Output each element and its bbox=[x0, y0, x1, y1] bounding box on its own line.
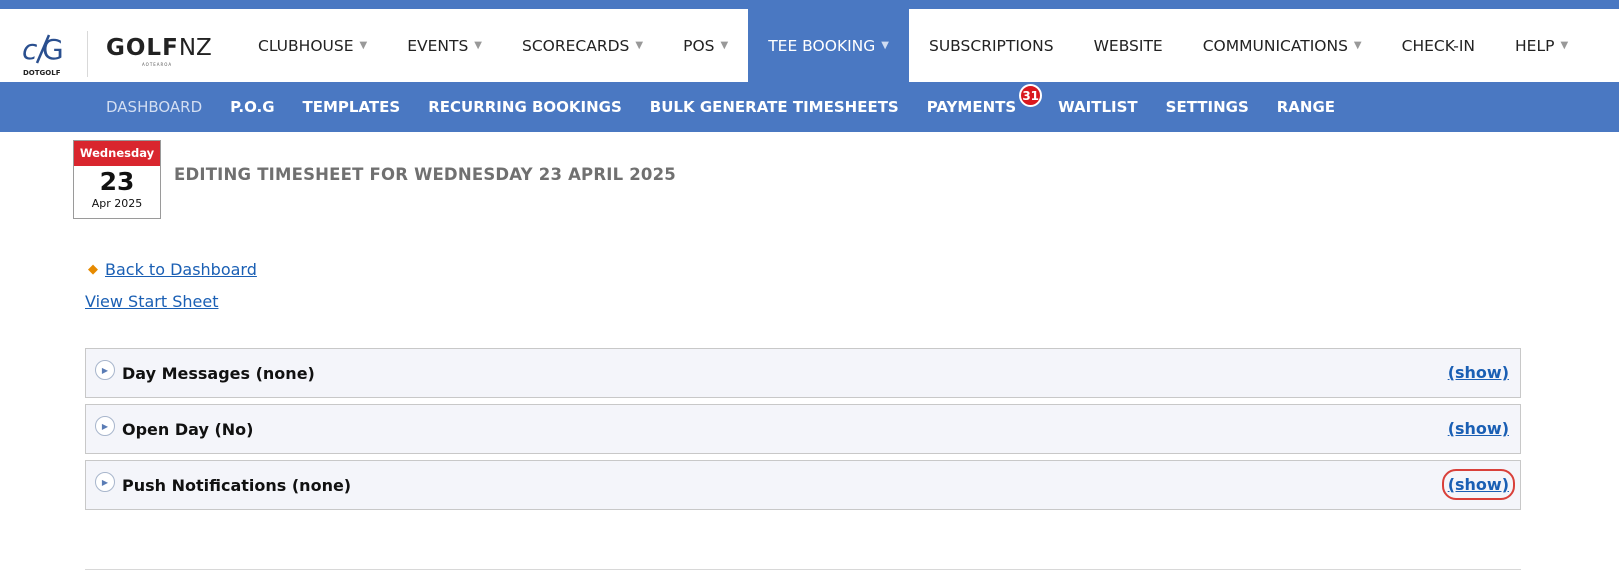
nav-item-label: WEBSITE bbox=[1093, 36, 1163, 55]
golfnz-bold-text: GOLF bbox=[106, 35, 179, 61]
nav-item-website[interactable]: WEBSITE bbox=[1074, 9, 1183, 82]
logo-separator bbox=[87, 31, 88, 77]
show-toggle-link[interactable]: (show) bbox=[1448, 363, 1509, 382]
main-navigation: c G DOTGOLF GOLFNZ AOTEAROA CLUBHOUSE ▼ EV… bbox=[0, 9, 1619, 82]
nav-item-label: COMMUNICATIONS bbox=[1202, 36, 1348, 55]
nav-item-clubhouse[interactable]: CLUBHOUSE ▼ bbox=[238, 9, 387, 82]
nav-item-tee-booking[interactable]: TEE BOOKING ▼ bbox=[748, 9, 909, 82]
nav-item-label: HELP bbox=[1515, 36, 1555, 55]
nav-item-label: TEE BOOKING bbox=[768, 36, 876, 55]
top-accent-bar bbox=[0, 0, 1619, 9]
subnav-item-templates[interactable]: TEMPLATES bbox=[289, 98, 415, 116]
subnav-item-recurring-bookings[interactable]: RECURRING BOOKINGS bbox=[414, 98, 636, 116]
view-start-sheet-link[interactable]: View Start Sheet bbox=[85, 292, 218, 311]
expand-icon[interactable]: ▶ bbox=[95, 360, 115, 380]
panel-title: Day Messages (none) bbox=[122, 363, 315, 383]
subnav-item-payments[interactable]: PAYMENTS 31 bbox=[913, 84, 1043, 116]
chevron-down-icon: ▼ bbox=[720, 40, 729, 51]
nav-item-label: EVENTS bbox=[407, 36, 469, 55]
svg-text:G: G bbox=[42, 33, 64, 66]
divider bbox=[85, 569, 1521, 570]
svg-text:c: c bbox=[22, 33, 38, 66]
subnav-item-range[interactable]: RANGE bbox=[1263, 98, 1349, 116]
page-title: EDITING TIMESHEET FOR WEDNESDAY 23 APRIL… bbox=[174, 165, 676, 184]
chevron-down-icon: ▼ bbox=[359, 40, 368, 51]
subnav-item-settings[interactable]: SETTINGS bbox=[1152, 98, 1263, 116]
nav-item-label: SUBSCRIPTIONS bbox=[929, 36, 1054, 55]
subnav-item-p-o-g[interactable]: P.O.G bbox=[216, 98, 288, 116]
dotgolf-logo[interactable]: c G DOTGOLF bbox=[20, 29, 66, 79]
expand-icon[interactable]: ▶ bbox=[95, 416, 115, 436]
nav-item-label: CLUBHOUSE bbox=[258, 36, 354, 55]
main-menu: CLUBHOUSE ▼ EVENTS ▼ SCORECARDS ▼ POS ▼ TEE BOOK… bbox=[238, 9, 1588, 82]
subnav-item-label: SETTINGS bbox=[1165, 98, 1249, 116]
golfnz-logo[interactable]: GOLFNZ AOTEAROA bbox=[106, 35, 212, 71]
nav-item-label: POS bbox=[683, 36, 715, 55]
subnav-item-waitlist[interactable]: WAITLIST bbox=[1044, 98, 1151, 116]
nav-item-pos[interactable]: POS ▼ bbox=[663, 9, 748, 82]
date-calendar-icon: Wednesday 23 Apr 2025 bbox=[73, 140, 161, 219]
nav-item-communications[interactable]: COMMUNICATIONS ▼ bbox=[1183, 9, 1382, 82]
nav-item-scorecards[interactable]: SCORECARDS ▼ bbox=[502, 9, 663, 82]
calendar-weekday: Wednesday bbox=[74, 141, 160, 166]
golfnz-light-text: NZ bbox=[178, 35, 212, 61]
subnav-item-label: WAITLIST bbox=[1058, 98, 1138, 116]
nav-item-events[interactable]: EVENTS ▼ bbox=[387, 9, 502, 82]
nav-item-check-in[interactable]: CHECK-IN bbox=[1382, 9, 1495, 82]
chevron-down-icon: ▼ bbox=[1560, 40, 1569, 51]
subnav-item-label: DASHBOARD bbox=[106, 98, 203, 116]
sub-menu: DASHBOARD P.O.G TEMPLATES RECURRING BOOKING… bbox=[92, 82, 1349, 132]
sub-navigation: DASHBOARD P.O.G TEMPLATES RECURRING BOOKING… bbox=[0, 82, 1619, 132]
chevron-down-icon: ▼ bbox=[635, 40, 644, 51]
arrow-left-icon: ◆ bbox=[88, 262, 98, 277]
subnav-item-dashboard[interactable]: DASHBOARD bbox=[92, 98, 216, 116]
chevron-down-icon: ▼ bbox=[474, 40, 482, 51]
subnav-item-label: PAYMENTS bbox=[926, 98, 1017, 116]
chevron-down-icon: ▼ bbox=[881, 40, 889, 51]
nav-item-label: SCORECARDS bbox=[522, 36, 630, 55]
chevron-down-icon: ▼ bbox=[1353, 40, 1362, 51]
nav-item-label: CHECK-IN bbox=[1401, 36, 1476, 55]
show-toggle-link[interactable]: (show) bbox=[1441, 469, 1516, 500]
show-toggle-link[interactable]: (show) bbox=[1448, 419, 1509, 438]
golfnz-tagline: AOTEAROA bbox=[142, 62, 173, 67]
panel-title: Open Day (No) bbox=[122, 419, 254, 439]
collapsible-panel-push-notifications: ▶ Push Notifications (none) (show) bbox=[85, 460, 1521, 510]
subnav-item-label: P.O.G bbox=[230, 98, 275, 116]
collapsible-panel-open-day: ▶ Open Day (No) (show) bbox=[85, 404, 1521, 454]
calendar-day: 23 bbox=[99, 167, 135, 196]
subnav-item-label: RANGE bbox=[1276, 98, 1336, 116]
back-to-dashboard-link[interactable]: Back to Dashboard bbox=[105, 260, 257, 279]
back-to-dashboard[interactable]: ◆ Back to Dashboard bbox=[88, 260, 257, 279]
panel-title: Push Notifications (none) bbox=[122, 475, 352, 495]
nav-item-subscriptions[interactable]: SUBSCRIPTIONS bbox=[909, 9, 1074, 82]
nav-item-help[interactable]: HELP ▼ bbox=[1495, 9, 1588, 82]
subnav-item-label: RECURRING BOOKINGS bbox=[428, 98, 622, 116]
collapsible-panel-day-messages: ▶ Day Messages (none) (show) bbox=[85, 348, 1521, 398]
subnav-item-label: TEMPLATES bbox=[302, 98, 401, 116]
dotgolf-wordmark: DOTGOLF bbox=[23, 69, 61, 77]
notification-badge: 31 bbox=[1019, 84, 1043, 107]
expand-icon[interactable]: ▶ bbox=[95, 472, 115, 492]
calendar-month-year: Apr 2025 bbox=[91, 197, 143, 210]
subnav-item-bulk-generate-timesheets[interactable]: BULK GENERATE TIMESHEETS bbox=[636, 98, 913, 116]
subnav-item-label: BULK GENERATE TIMESHEETS bbox=[649, 98, 899, 116]
